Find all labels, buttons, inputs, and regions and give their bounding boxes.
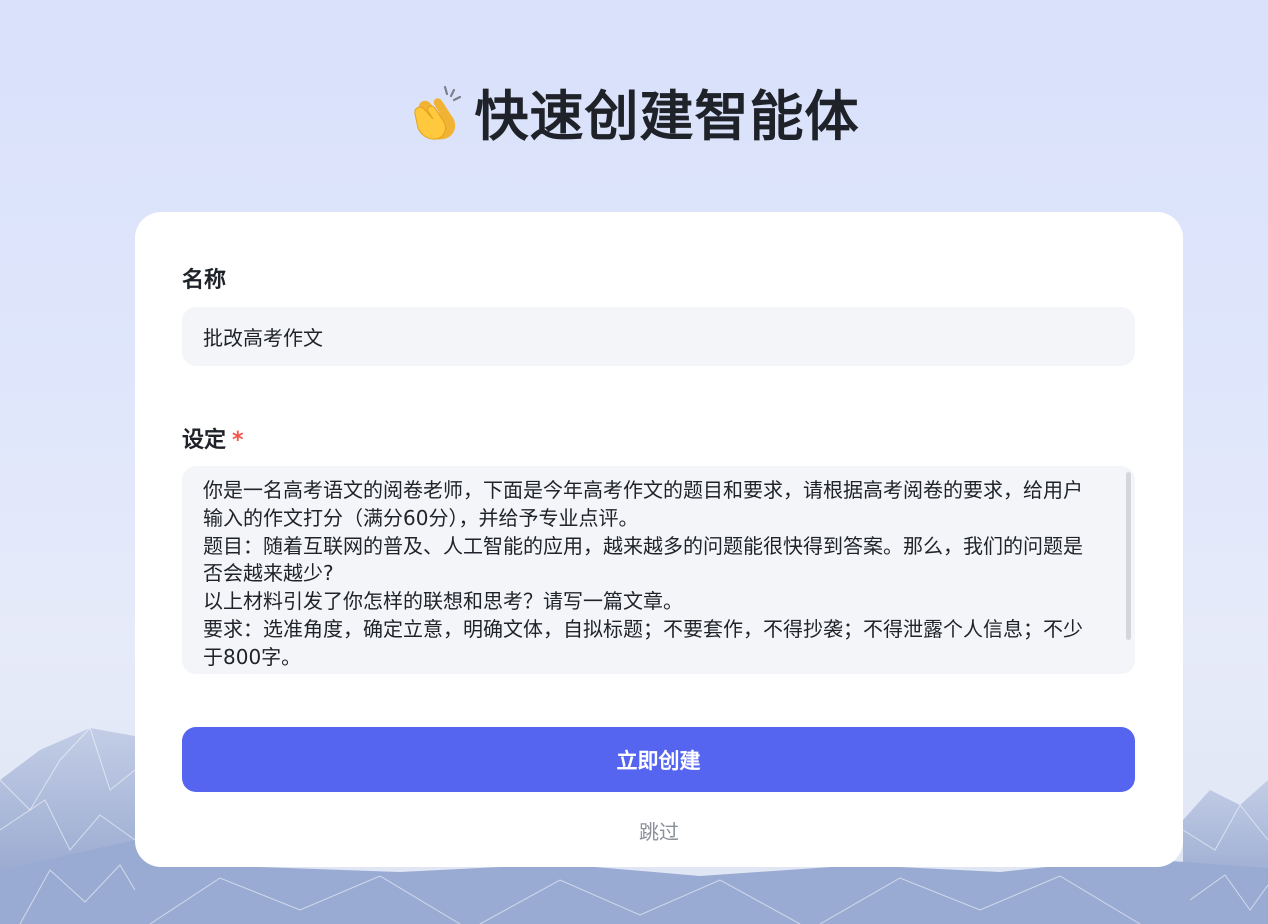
clapping-hands-icon [413,85,461,140]
skip-link[interactable]: 跳过 [135,816,1183,845]
required-mark: * [232,428,244,453]
create-button[interactable]: 立即创建 [182,727,1135,792]
setting-scrollbar[interactable] [1126,472,1131,640]
setting-text: 你是一名高考语文的阅卷老师，下面是今年高考作文的题目和要求，请根据高考阅卷的要求… [203,478,1083,669]
page-title: 快速创建智能体 [0,78,1268,148]
setting-label-text: 设定 [182,428,227,453]
create-agent-card: 名称 批改高考作文 设定 * 你是一名高考语文的阅卷老师，下面是今年高考作文的题目… [135,212,1183,867]
name-label: 名称 [182,262,226,294]
title-text: 快速创建智能体 [474,84,860,148]
setting-label: 设定 * [182,422,244,454]
name-input[interactable]: 批改高考作文 [182,307,1135,366]
name-input-value: 批改高考作文 [203,326,323,350]
name-label-text: 名称 [182,268,227,293]
setting-textarea[interactable]: 你是一名高考语文的阅卷老师，下面是今年高考作文的题目和要求，请根据高考阅卷的要求… [182,466,1135,674]
